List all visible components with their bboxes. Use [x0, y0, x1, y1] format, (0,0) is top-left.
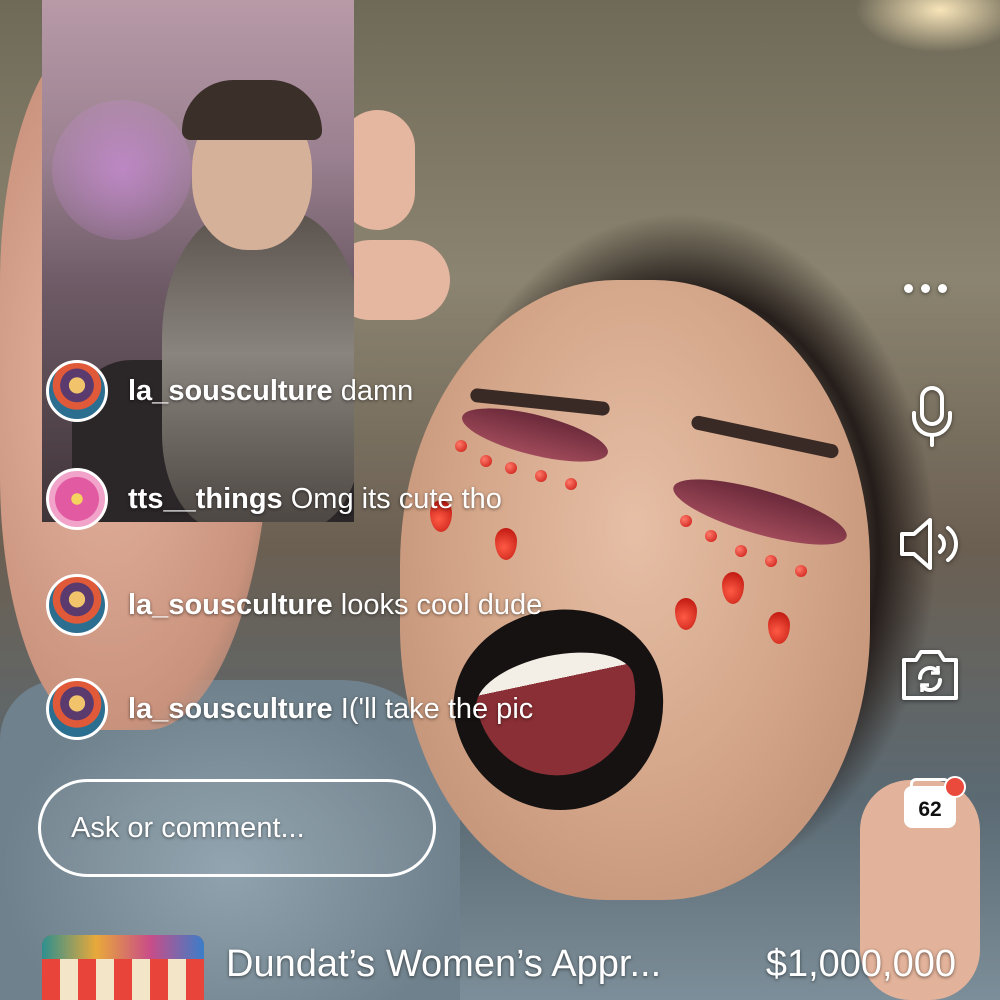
gem	[705, 530, 717, 542]
comment-item: la_sousculture damn	[46, 358, 413, 424]
comment-username[interactable]: la_sousculture	[128, 693, 333, 725]
comment-text: tts__things Omg its cute tho	[128, 483, 502, 516]
product-price: $1,000,000	[765, 943, 956, 985]
more-icon[interactable]	[904, 276, 960, 300]
gem	[455, 440, 467, 452]
notification-dot	[944, 776, 966, 798]
gem	[505, 462, 517, 474]
featured-product[interactable]: Dundat’s Women’s Appr... $1,000,000	[42, 935, 962, 1000]
comment-placeholder: Ask or comment...	[71, 811, 305, 844]
gem	[680, 515, 692, 527]
product-thumbnail[interactable]	[42, 935, 204, 1000]
camera-flip-icon[interactable]	[898, 644, 962, 704]
product-name[interactable]: Dundat’s Women’s Appr...	[226, 943, 661, 986]
background-light	[52, 100, 192, 240]
gem	[565, 478, 577, 490]
bag-count: 62	[918, 798, 942, 821]
dot	[938, 283, 947, 293]
comment-message: damn	[340, 374, 414, 407]
comment-username[interactable]: tts__things	[128, 483, 283, 515]
comment-message: Omg its cute tho	[290, 482, 502, 515]
comment-item: tts__things Omg its cute tho	[46, 466, 502, 532]
guest-video[interactable]	[42, 0, 354, 522]
comment-message: looks cool dude	[340, 588, 543, 621]
comment-text: la_sousculture damn	[128, 375, 413, 408]
shopping-bag-button[interactable]: 62	[904, 776, 966, 828]
microphone-icon[interactable]	[904, 385, 960, 449]
comment-item: la_sousculture I('ll take the pic	[46, 676, 533, 742]
gem	[795, 565, 807, 577]
comment-item: la_sousculture looks cool dude	[46, 572, 542, 638]
dot	[904, 283, 913, 293]
comment-input[interactable]: Ask or comment...	[38, 779, 436, 877]
product-thumbnail-art	[42, 935, 204, 959]
comment-text: la_sousculture looks cool dude	[128, 589, 542, 622]
gem	[765, 555, 777, 567]
comment-message: I('ll take the pic	[340, 692, 534, 725]
comment-username[interactable]: la_sousculture	[128, 375, 333, 407]
avatar[interactable]	[46, 678, 108, 740]
avatar[interactable]	[46, 574, 108, 636]
comment-text: la_sousculture I('ll take the pic	[128, 693, 533, 726]
gem	[535, 470, 547, 482]
avatar[interactable]	[46, 468, 108, 530]
guest-hair	[182, 80, 322, 140]
comment-username[interactable]: la_sousculture	[128, 589, 333, 621]
dot	[921, 283, 930, 293]
avatar[interactable]	[46, 360, 108, 422]
speaker-icon[interactable]	[896, 512, 964, 576]
gem	[735, 545, 747, 557]
